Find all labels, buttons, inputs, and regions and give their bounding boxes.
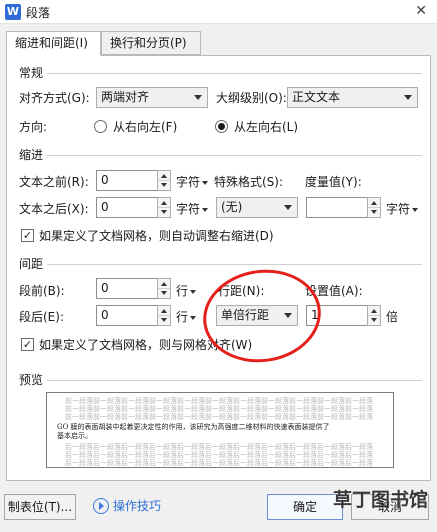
tab-stops-button[interactable]: 制表位(T)... bbox=[4, 494, 76, 520]
spacing-before-input[interactable]: 0 bbox=[96, 278, 158, 299]
ok-button[interactable]: 确定 bbox=[267, 494, 343, 520]
title-bar: W 段落 ✕ bbox=[0, 0, 437, 24]
auto-right-indent-checkbox[interactable]: ✓ bbox=[21, 229, 34, 242]
indent-before-unit[interactable]: 字符 bbox=[176, 174, 209, 190]
snap-to-grid-checkbox[interactable]: ✓ bbox=[21, 338, 34, 351]
alignment-value: 两端对齐 bbox=[101, 90, 150, 104]
outline-level-value: 正文文本 bbox=[292, 90, 341, 104]
tab-line-page-breaks[interactable]: 换行和分页(P) bbox=[101, 31, 201, 55]
measure-unit[interactable]: 字符 bbox=[386, 201, 419, 217]
outline-level-dropdown[interactable]: 正文文本 bbox=[287, 87, 418, 108]
preview-prev-line: 前一段落前一段落前一段落前一段落前一段落前一段落前一段落前一段落前一段落前一段落… bbox=[65, 413, 373, 421]
auto-right-indent-label: 如果定义了文档网格，则自动调整右缩进(D) bbox=[39, 229, 274, 243]
special-format-dropdown[interactable]: (无) bbox=[216, 197, 298, 218]
indent-before-spinner[interactable] bbox=[157, 170, 171, 191]
alignment-dropdown[interactable]: 两端对齐 bbox=[96, 87, 208, 108]
wps-writer-icon: W bbox=[5, 4, 21, 20]
section-divider bbox=[47, 380, 422, 381]
preview-body-line: 基本启示。 bbox=[57, 432, 92, 440]
indent-after-label: 文本之后(X): bbox=[19, 202, 89, 216]
section-indent-title: 缩进 bbox=[19, 148, 44, 162]
preview-next-line: 后一段落后一段落后一段落后一段落后一段落后一段落后一段落后一段落后一段落后一段落… bbox=[65, 451, 373, 459]
chevron-down-icon bbox=[194, 95, 202, 100]
indent-after-spinner[interactable] bbox=[157, 197, 171, 218]
section-divider bbox=[47, 264, 422, 265]
outline-level-label: 大纲级别(O): bbox=[216, 91, 287, 105]
section-divider bbox=[47, 155, 422, 156]
spacing-before-unit[interactable]: 行 bbox=[176, 283, 197, 299]
chevron-down-icon bbox=[284, 205, 292, 210]
measure-label: 度量值(Y): bbox=[305, 175, 362, 189]
section-spacing-title: 间距 bbox=[19, 257, 44, 271]
section-general-title: 常规 bbox=[19, 66, 44, 80]
direction-label: 方向: bbox=[19, 120, 48, 134]
section-divider bbox=[47, 73, 422, 74]
window-title: 段落 bbox=[26, 6, 51, 20]
spacing-after-spinner[interactable] bbox=[157, 305, 171, 326]
indent-before-label: 文本之前(R): bbox=[19, 175, 89, 189]
spacing-after-input[interactable]: 0 bbox=[96, 305, 158, 326]
preview-next-line: 后一段落后一段落后一段落后一段落后一段落后一段落后一段落后一段落后一段落后一段落… bbox=[65, 443, 373, 451]
preview-next-line: 后一段落后一段落后一段落后一段落后一段落后一段落后一段落后一段落后一段落后一段落… bbox=[65, 459, 373, 467]
preview-prev-line: 前一段落前一段落前一段落前一段落前一段落前一段落前一段落前一段落前一段落前一段落… bbox=[65, 397, 373, 405]
measure-spinner[interactable] bbox=[367, 197, 381, 218]
indent-before-input[interactable]: 0 bbox=[96, 170, 158, 191]
tab-panel: 常规 对齐方式(G): 两端对齐 大纲级别(O): 正文文本 方向: 从右向左(… bbox=[6, 55, 431, 481]
help-tips-link[interactable]: 操作技巧 bbox=[113, 498, 161, 514]
radio-rtl-label: 从右向左(F) bbox=[113, 120, 178, 134]
chevron-down-icon bbox=[404, 95, 412, 100]
preview-prev-line: 前一段落前一段落前一段落前一段落前一段落前一段落前一段落前一段落前一段落前一段落… bbox=[65, 405, 373, 413]
special-format-label: 特殊格式(S): bbox=[214, 175, 284, 189]
indent-after-unit[interactable]: 字符 bbox=[176, 201, 209, 217]
alignment-label: 对齐方式(G): bbox=[19, 91, 90, 105]
close-icon[interactable]: ✕ bbox=[415, 3, 427, 19]
spacing-before-spinner[interactable] bbox=[157, 278, 171, 299]
setting-value-spinner[interactable] bbox=[367, 305, 381, 326]
radio-ltr-label: 从左向右(L) bbox=[234, 120, 299, 134]
spacing-after-label: 段后(E): bbox=[19, 310, 64, 324]
paragraph-preview: 前一段落前一段落前一段落前一段落前一段落前一段落前一段落前一段落前一段落前一段落… bbox=[46, 392, 394, 468]
spacing-before-label: 段前(B): bbox=[19, 284, 65, 298]
section-preview-title: 预览 bbox=[19, 373, 44, 387]
radio-rtl[interactable] bbox=[94, 120, 107, 133]
spacing-after-unit[interactable]: 行 bbox=[176, 309, 197, 325]
tab-indent-spacing[interactable]: 缩进和间距(I) bbox=[6, 31, 101, 56]
preview-body-line: GO 膜的表面胡装中起着更决定性的作用，该研究为高强度二维材料的快速表面装提供了 bbox=[57, 423, 330, 431]
radio-ltr[interactable] bbox=[215, 120, 228, 133]
watermark: 草丁图书馆 bbox=[333, 489, 429, 511]
special-format-value: (无) bbox=[221, 200, 243, 214]
setting-value-unit: 倍 bbox=[386, 310, 399, 324]
measure-input[interactable] bbox=[306, 197, 368, 218]
play-help-icon[interactable] bbox=[93, 498, 109, 514]
indent-after-input[interactable]: 0 bbox=[96, 197, 158, 218]
